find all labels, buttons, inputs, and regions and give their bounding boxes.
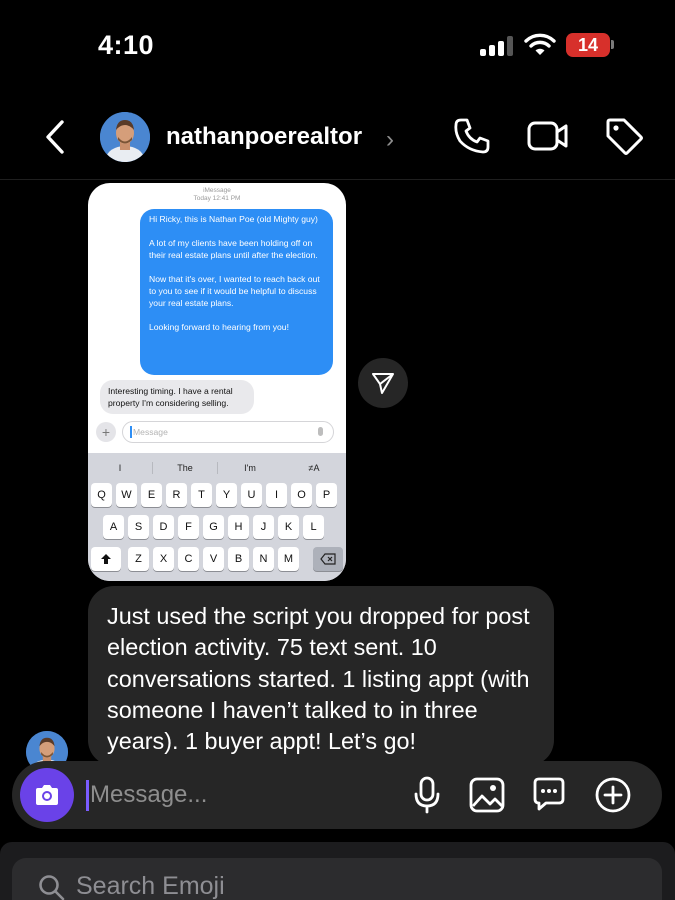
keyboard-suggestions: I The I'm ≠A: [88, 459, 346, 477]
wifi-icon: [524, 33, 556, 55]
sent-paragraph: Now that it's over, I wanted to reach ba…: [149, 274, 320, 308]
emoji-panel: Search Emoji: [0, 842, 675, 900]
battery-icon: 14: [566, 33, 610, 57]
keyboard-key: M: [278, 547, 299, 571]
keyboard-key: S: [128, 515, 149, 539]
battery-cap: [611, 40, 614, 49]
keyboard-key: A: [103, 515, 124, 539]
sticker-icon[interactable]: [530, 775, 568, 813]
keyboard-key: I: [266, 483, 287, 507]
plus-circle-icon[interactable]: [594, 776, 632, 814]
chevron-right-icon[interactable]: ›: [386, 126, 394, 154]
keyboard-row: ZXCVBNM: [88, 547, 346, 571]
imessage-received-bubble: Interesting timing. I have a rental prop…: [100, 380, 254, 414]
keyboard: I The I'm ≠A QWERTYUIOP ASDFGHJKL ZXCVBN…: [88, 453, 346, 581]
imessage-label: iMessage: [203, 187, 231, 194]
image-icon[interactable]: [468, 776, 506, 814]
keyboard-key: U: [241, 483, 262, 507]
phone-call-icon[interactable]: [452, 116, 492, 156]
keyboard-key: P: [316, 483, 337, 507]
imessage-timestamp: Today 12:41 PM: [193, 195, 241, 202]
keyboard-key: H: [228, 515, 249, 539]
tag-icon[interactable]: [604, 116, 644, 156]
keyboard-key: V: [203, 547, 224, 571]
keyboard-key: R: [166, 483, 187, 507]
keyboard-key: E: [141, 483, 162, 507]
video-call-icon[interactable]: [527, 118, 569, 154]
keyboard-row: ASDFGHJKL: [88, 515, 346, 539]
chat-header: nathanpoerealtor ›: [0, 96, 675, 180]
imessage-input-row: + Message: [88, 419, 346, 443]
suggestion: ≠A: [308, 463, 320, 473]
imessage-input-placeholder: Message: [133, 427, 168, 437]
imessage-mic-icon: [318, 427, 323, 436]
send-icon: [372, 373, 394, 394]
keyboard-key: Q: [91, 483, 112, 507]
message-input[interactable]: Message...: [88, 779, 388, 811]
avatar[interactable]: [100, 112, 150, 162]
camera-icon: [36, 785, 58, 805]
keyboard-key: O: [291, 483, 312, 507]
status-bar: 4:10 14: [0, 0, 675, 92]
delete-key-icon: [313, 547, 343, 571]
keyboard-key: N: [253, 547, 274, 571]
imessage-header: iMessage Today 12:41 PM: [88, 187, 346, 203]
keyboard-key: Y: [216, 483, 237, 507]
search-icon: [39, 875, 65, 900]
imessage-sent-bubble: Hi Ricky, this is Nathan Poe (old Mighty…: [140, 209, 333, 375]
status-time: 4:10: [98, 30, 155, 60]
message-composer: Message...: [12, 761, 662, 829]
keyboard-key: D: [153, 515, 174, 539]
battery-level: 14: [577, 34, 599, 55]
suggestion: I: [118, 463, 122, 473]
suggestion: The: [177, 463, 193, 473]
sent-paragraph: Hi Ricky, this is Nathan Poe (old Mighty…: [149, 214, 318, 224]
sent-paragraph: A lot of my clients have been holding of…: [149, 238, 318, 260]
keyboard-key: C: [178, 547, 199, 571]
keyboard-key: J: [253, 515, 274, 539]
suggestion: I'm: [244, 463, 256, 473]
microphone-icon[interactable]: [412, 775, 442, 815]
sent-paragraph: Looking forward to hearing from you!: [149, 322, 289, 332]
keyboard-key: L: [303, 515, 324, 539]
keyboard-key: X: [153, 547, 174, 571]
shift-key-icon: [91, 547, 121, 571]
profile-photo: [100, 112, 150, 162]
keyboard-key: F: [178, 515, 199, 539]
keyboard-key: T: [191, 483, 212, 507]
camera-button[interactable]: [20, 768, 74, 822]
emoji-search-field[interactable]: Search Emoji: [12, 858, 662, 900]
emoji-search-placeholder: Search Emoji: [76, 872, 225, 900]
keyboard-key: G: [203, 515, 224, 539]
keyboard-key: W: [116, 483, 137, 507]
cellular-signal-icon: [480, 36, 514, 56]
keyboard-key: K: [278, 515, 299, 539]
received-message-bubble[interactable]: Just used the script you dropped for pos…: [88, 586, 554, 766]
imessage-input-field: Message: [122, 421, 334, 443]
keyboard-key: Z: [128, 547, 149, 571]
share-button[interactable]: [358, 358, 408, 408]
back-icon[interactable]: [40, 118, 70, 156]
shared-image-card[interactable]: iMessage Today 12:41 PM Hi Ricky, this i…: [88, 183, 346, 581]
keyboard-key: B: [228, 547, 249, 571]
imessage-plus-icon: +: [96, 422, 116, 442]
keyboard-row: QWERTYUIOP: [88, 483, 346, 507]
chat-username[interactable]: nathanpoerealtor: [166, 123, 362, 151]
